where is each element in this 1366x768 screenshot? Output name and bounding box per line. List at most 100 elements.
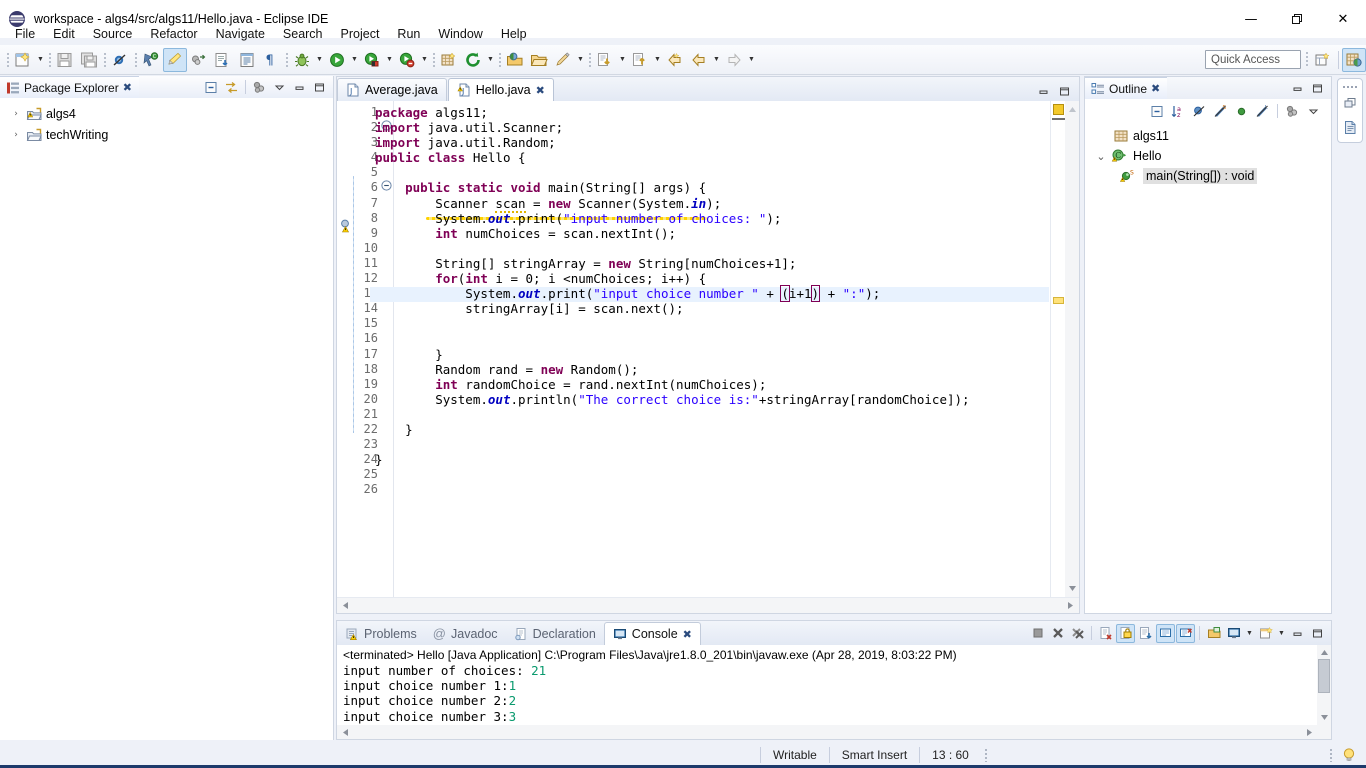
terminate-icon[interactable] xyxy=(1028,624,1047,643)
package-explorer-icon[interactable] xyxy=(1338,115,1362,139)
run-external-dropdown-icon[interactable]: ▼ xyxy=(384,48,395,72)
scroll-down-arrow-icon[interactable] xyxy=(1068,585,1077,592)
new-java-project-icon[interactable] xyxy=(437,48,461,72)
menu-file[interactable]: File xyxy=(6,24,44,44)
code-line[interactable]: String[] stringArray = new String[numCho… xyxy=(375,256,1049,271)
console-horizontal-scrollbar[interactable] xyxy=(337,725,1331,739)
pencil-icon[interactable] xyxy=(551,48,575,72)
open-console-menu-icon[interactable] xyxy=(1256,624,1275,643)
previous-edit-dropdown-icon[interactable]: ▼ xyxy=(617,48,628,72)
close-icon[interactable]: ✖ xyxy=(1151,82,1160,95)
remove-launch-icon[interactable] xyxy=(1048,624,1067,643)
open-console-icon[interactable] xyxy=(1204,624,1223,643)
tab-console[interactable]: Console ✖ xyxy=(604,622,701,645)
pencil-dropdown-icon[interactable]: ▼ xyxy=(575,48,586,72)
coverage-icon[interactable] xyxy=(395,48,419,72)
display-selected-console-icon[interactable] xyxy=(1176,624,1195,643)
scroll-up-arrow-icon[interactable] xyxy=(1320,649,1329,656)
collapse-arrow-icon[interactable]: ⌄ xyxy=(1095,150,1107,163)
menu-navigate[interactable]: Navigate xyxy=(207,24,274,44)
tab-javadoc[interactable]: @ Javadoc xyxy=(425,622,506,645)
outline-item-main[interactable]: S main(String[]) : void xyxy=(1085,166,1331,186)
overview-warning-marker[interactable] xyxy=(1053,104,1064,115)
code-line[interactable] xyxy=(375,482,1049,497)
annotation-ruler[interactable] xyxy=(338,101,354,597)
debug-dropdown-icon[interactable]: ▼ xyxy=(314,48,325,72)
code-line[interactable]: package algs11; xyxy=(375,105,1049,120)
close-icon[interactable]: ✖ xyxy=(536,84,545,97)
open-package-icon[interactable] xyxy=(503,48,527,72)
code-line[interactable]: import java.util.Scanner; xyxy=(375,120,1049,135)
new-wizard-icon[interactable] xyxy=(11,48,35,72)
minimize-icon[interactable] xyxy=(1288,79,1307,98)
toggle-markoccurrences-icon[interactable]: C xyxy=(139,48,163,72)
open-type-icon[interactable] xyxy=(235,48,259,72)
warning-marker-icon[interactable] xyxy=(339,219,353,233)
remove-all-launches-icon[interactable] xyxy=(1068,624,1087,643)
menu-window[interactable]: Window xyxy=(429,24,491,44)
code-line[interactable]: import java.util.Random; xyxy=(375,135,1049,150)
clear-console-icon[interactable] xyxy=(1096,624,1115,643)
code-line[interactable]: int randomChoice = rand.nextInt(numChoic… xyxy=(375,377,1049,392)
menu-edit[interactable]: Edit xyxy=(44,24,84,44)
quick-access-input[interactable]: Quick Access xyxy=(1205,50,1301,69)
hide-fields-icon[interactable] xyxy=(1190,102,1209,121)
close-icon[interactable]: ✖ xyxy=(123,81,132,94)
maximize-icon[interactable] xyxy=(310,78,329,97)
package-explorer-tab[interactable]: Package Explorer ✖ xyxy=(0,76,139,98)
code-line[interactable]: } xyxy=(375,347,1049,362)
code-line[interactable] xyxy=(375,467,1049,482)
pin-console-icon[interactable] xyxy=(1156,624,1175,643)
drag-grip[interactable] xyxy=(1338,82,1362,91)
show-console-on-output-icon[interactable] xyxy=(1136,624,1155,643)
refresh-icon[interactable] xyxy=(461,48,485,72)
next-edit-icon[interactable] xyxy=(628,48,652,72)
debug-icon[interactable] xyxy=(290,48,314,72)
save-all-icon[interactable] xyxy=(77,48,101,72)
menu-project[interactable]: Project xyxy=(332,24,389,44)
link-with-editor-icon[interactable] xyxy=(222,78,241,97)
close-icon[interactable]: ✖ xyxy=(683,628,692,641)
previous-edit-icon[interactable] xyxy=(593,48,617,72)
collapse-all-icon[interactable] xyxy=(202,78,221,97)
chevron-down-icon[interactable] xyxy=(270,78,289,97)
tree-item-algs4[interactable]: › algs4 xyxy=(0,103,333,124)
maximize-icon[interactable] xyxy=(1308,79,1327,98)
refresh-dropdown-icon[interactable]: ▼ xyxy=(485,48,496,72)
code-line[interactable] xyxy=(375,241,1049,256)
code-line[interactable]: System.out.print("input choice number " … xyxy=(375,286,1049,301)
outline-item-class[interactable]: ⌄ C Hello xyxy=(1085,146,1331,166)
back-icon[interactable] xyxy=(663,48,687,72)
code-line[interactable]: System.out.print("input number of choice… xyxy=(375,211,1049,226)
overview-occurrence-marker[interactable] xyxy=(1053,297,1064,304)
menu-refactor[interactable]: Refactor xyxy=(141,24,206,44)
restore-icon[interactable] xyxy=(1338,91,1362,115)
scroll-left-arrow-icon[interactable] xyxy=(337,728,350,737)
open-task-icon[interactable] xyxy=(211,48,235,72)
view-menu-icon[interactable] xyxy=(250,78,269,97)
console-vertical-scrollbar[interactable] xyxy=(1317,645,1331,725)
link-editor-icon[interactable] xyxy=(163,48,187,72)
forward-icon[interactable] xyxy=(722,48,746,72)
minimize-icon[interactable] xyxy=(1288,624,1307,643)
open-console-dropdown-icon[interactable]: ▼ xyxy=(1276,621,1287,645)
editor-minimize-icon[interactable] xyxy=(1034,82,1053,101)
run-icon[interactable] xyxy=(325,48,349,72)
sort-icon[interactable]: az xyxy=(1169,102,1188,121)
scroll-lock-icon[interactable] xyxy=(1116,624,1135,643)
scroll-down-arrow-icon[interactable] xyxy=(1320,714,1329,721)
open-folder-icon[interactable] xyxy=(527,48,551,72)
minimize-icon[interactable] xyxy=(290,78,309,97)
code-line[interactable]: System.out.println("The correct choice i… xyxy=(375,392,1049,407)
code-line[interactable]: for(int i = 0; i <numChoices; i++) { xyxy=(375,271,1049,286)
menu-run[interactable]: Run xyxy=(388,24,429,44)
menu-search[interactable]: Search xyxy=(274,24,332,44)
editor-vertical-scrollbar[interactable] xyxy=(1065,101,1079,597)
chevron-down-icon[interactable] xyxy=(1304,102,1323,121)
back-nav-icon[interactable] xyxy=(687,48,711,72)
outline-item-package[interactable]: algs11 xyxy=(1085,126,1331,146)
code-line[interactable] xyxy=(375,165,1049,180)
outline-tab[interactable]: Outline ✖ xyxy=(1085,77,1167,99)
code-line[interactable] xyxy=(375,316,1049,331)
collapse-all-icon[interactable] xyxy=(1148,102,1167,121)
